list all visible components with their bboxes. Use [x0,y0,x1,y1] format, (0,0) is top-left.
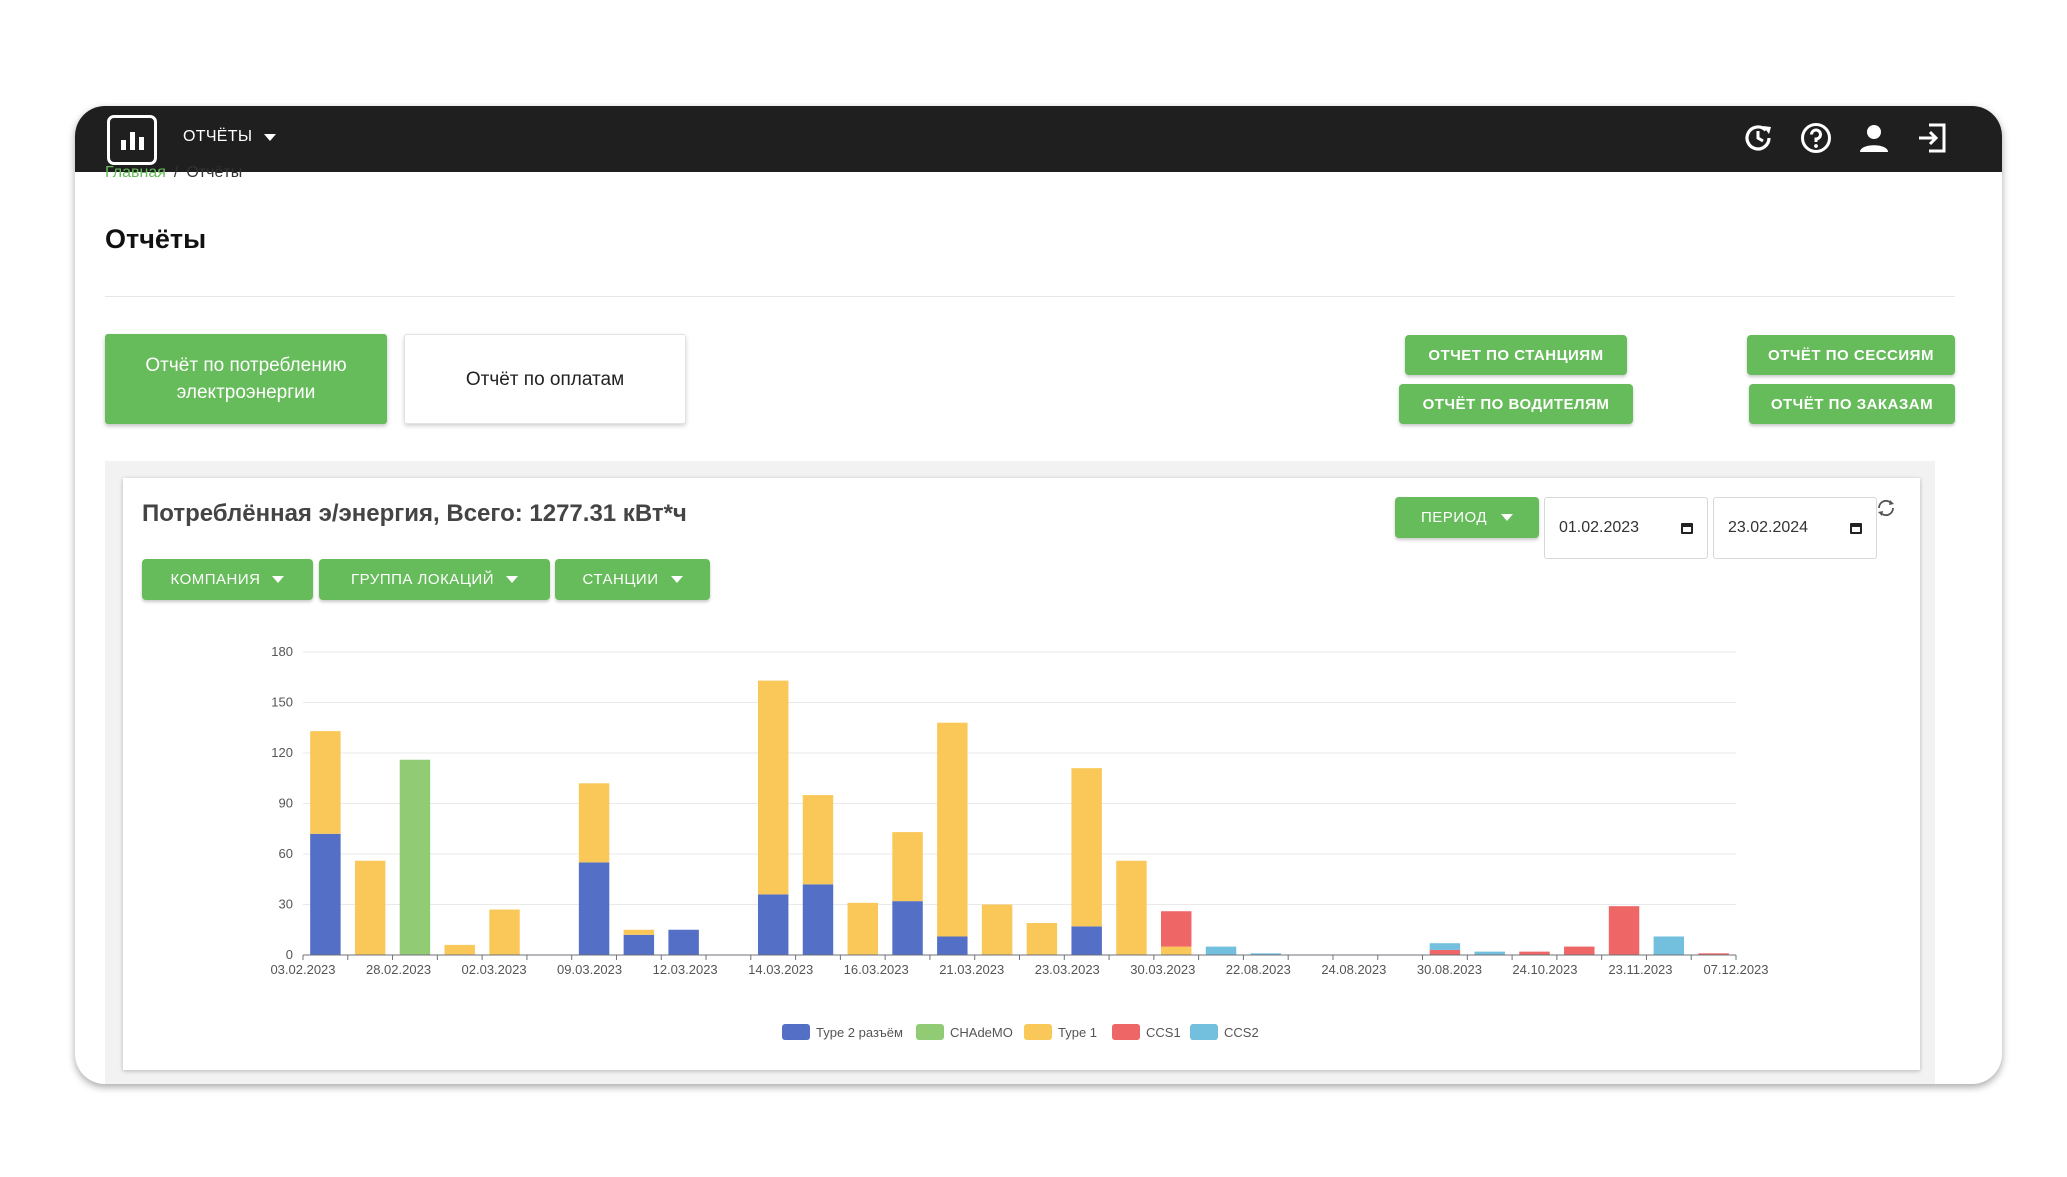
bar-segment[interactable] [802,884,834,955]
bar-segment[interactable] [757,680,789,895]
x-tick-label: 09.03.2023 [557,962,622,977]
x-tick-label: 24.10.2023 [1512,962,1577,977]
y-tick-label: 60 [279,846,293,861]
sessions-report-button[interactable]: ОТЧЁТ ПО СЕССИЯМ [1747,335,1955,375]
bar-segment[interactable] [1474,951,1505,955]
x-tick-label: 07.12.2023 [1703,962,1768,977]
bar-segment[interactable] [623,929,655,935]
x-tick-label: 23.03.2023 [1035,962,1100,977]
bar-segment[interactable] [1519,951,1550,955]
app-window: ОТЧЁТЫ Главная / Отчёты Отчёты Отчёт по … [75,106,2002,1084]
bar-segment[interactable] [1608,906,1640,955]
user-icon[interactable] [1856,120,1892,156]
bar-segment[interactable] [1116,860,1147,955]
reports-logo-icon[interactable] [107,115,157,165]
breadcrumb-current: Отчёты [186,164,243,181]
bar-segment[interactable] [578,862,610,955]
breadcrumb: Главная / Отчёты [105,164,242,182]
logout-icon[interactable] [1914,120,1950,156]
bar-segment[interactable] [937,722,968,937]
consumption-report-tab[interactable]: Отчёт по потреблению электроэнергии [105,334,387,424]
breadcrumb-separator: / [173,164,179,181]
legend-label[interactable]: CHAdeMO [950,1025,1013,1040]
legend-swatch[interactable] [1024,1024,1052,1040]
bar-segment[interactable] [623,934,655,955]
x-tick-label: 24.08.2023 [1321,962,1386,977]
y-tick-label: 150 [271,695,293,710]
x-tick-label: 12.03.2023 [653,962,718,977]
reports-menu-label: ОТЧЁТЫ [183,128,253,145]
x-tick-label: 03.02.2023 [270,962,335,977]
bar-segment[interactable] [668,929,699,955]
x-tick-label: 02.03.2023 [462,962,527,977]
orders-report-button[interactable]: ОТЧЁТ ПО ЗАКАЗАМ [1749,384,1955,424]
x-tick-label: 30.08.2023 [1417,962,1482,977]
y-tick-label: 0 [286,947,293,962]
legend-label[interactable]: Type 1 [1058,1025,1097,1040]
x-tick-label: 22.08.2023 [1226,962,1291,977]
help-icon[interactable] [1798,120,1834,156]
bar-segment[interactable] [310,731,341,834]
x-tick-label: 30.03.2023 [1130,962,1195,977]
bar-segment[interactable] [354,860,386,955]
legend-swatch[interactable] [1190,1024,1218,1040]
y-tick-label: 120 [271,745,293,760]
bar-segment[interactable] [1026,923,1058,955]
legend-swatch[interactable] [782,1024,810,1040]
top-icons [1740,120,1950,156]
bar-segment[interactable] [892,901,923,955]
bar-segment[interactable] [1071,926,1102,955]
bar-segment[interactable] [802,795,834,885]
page-title: Отчёты [105,224,207,254]
chevron-down-icon [264,133,277,141]
bar-segment[interactable] [981,904,1013,956]
legend-label[interactable]: Type 2 разъём [816,1025,903,1040]
bar-segment[interactable] [757,894,789,955]
bar-segment[interactable] [1429,949,1461,955]
bar-segment[interactable] [1161,946,1192,955]
reports-menu[interactable]: ОТЧЁТЫ [183,128,277,146]
bar-segment[interactable] [399,759,431,955]
x-tick-label: 14.03.2023 [748,962,813,977]
bar-segment[interactable] [1429,943,1461,950]
energy-chart-card: Потреблённая э/энергия, Всего: 1277.31 к… [123,478,1920,1070]
stations-report-button[interactable]: ОТЧЕТ ПО СТАНЦИЯМ [1405,335,1627,375]
payments-report-tab[interactable]: Отчёт по оплатам [404,334,686,424]
bar-segment[interactable] [1205,946,1237,955]
top-navbar: ОТЧЁТЫ [75,106,2002,172]
bar-segment[interactable] [937,936,968,955]
bar-segment[interactable] [1564,946,1595,955]
legend-swatch[interactable] [1112,1024,1140,1040]
x-tick-label: 16.03.2023 [844,962,909,977]
x-tick-label: 23.11.2023 [1608,962,1672,977]
y-tick-label: 90 [279,796,293,811]
x-tick-label: 21.03.2023 [939,962,1004,977]
breadcrumb-home-link[interactable]: Главная [105,164,166,182]
bar-segment[interactable] [444,944,475,955]
stacked-bar-chart: 0 30 60 90 120 150 180 03.02.2023 28.02.2023 02.0… [270,644,1769,1040]
bar-segment[interactable] [310,833,341,955]
legend-label[interactable]: CCS2 [1224,1025,1259,1040]
divider [105,296,1955,297]
history-icon[interactable] [1740,120,1776,156]
bar-segment[interactable] [1653,936,1685,955]
y-tick-label: 30 [279,897,293,912]
bar-segment[interactable] [1161,911,1192,947]
drivers-report-button[interactable]: ОТЧЁТ ПО ВОДИТЕЛЯМ [1399,384,1633,424]
bar-segment[interactable] [892,832,923,902]
legend-swatch[interactable] [916,1024,944,1040]
bar-segment[interactable] [578,783,610,863]
bar-segment[interactable] [847,902,878,955]
x-tick-label: 28.02.2023 [366,962,431,977]
bar-segment[interactable] [489,909,520,955]
bar-segment[interactable] [1071,768,1102,927]
y-tick-label: 180 [271,644,293,659]
legend-label[interactable]: CCS1 [1146,1025,1181,1040]
